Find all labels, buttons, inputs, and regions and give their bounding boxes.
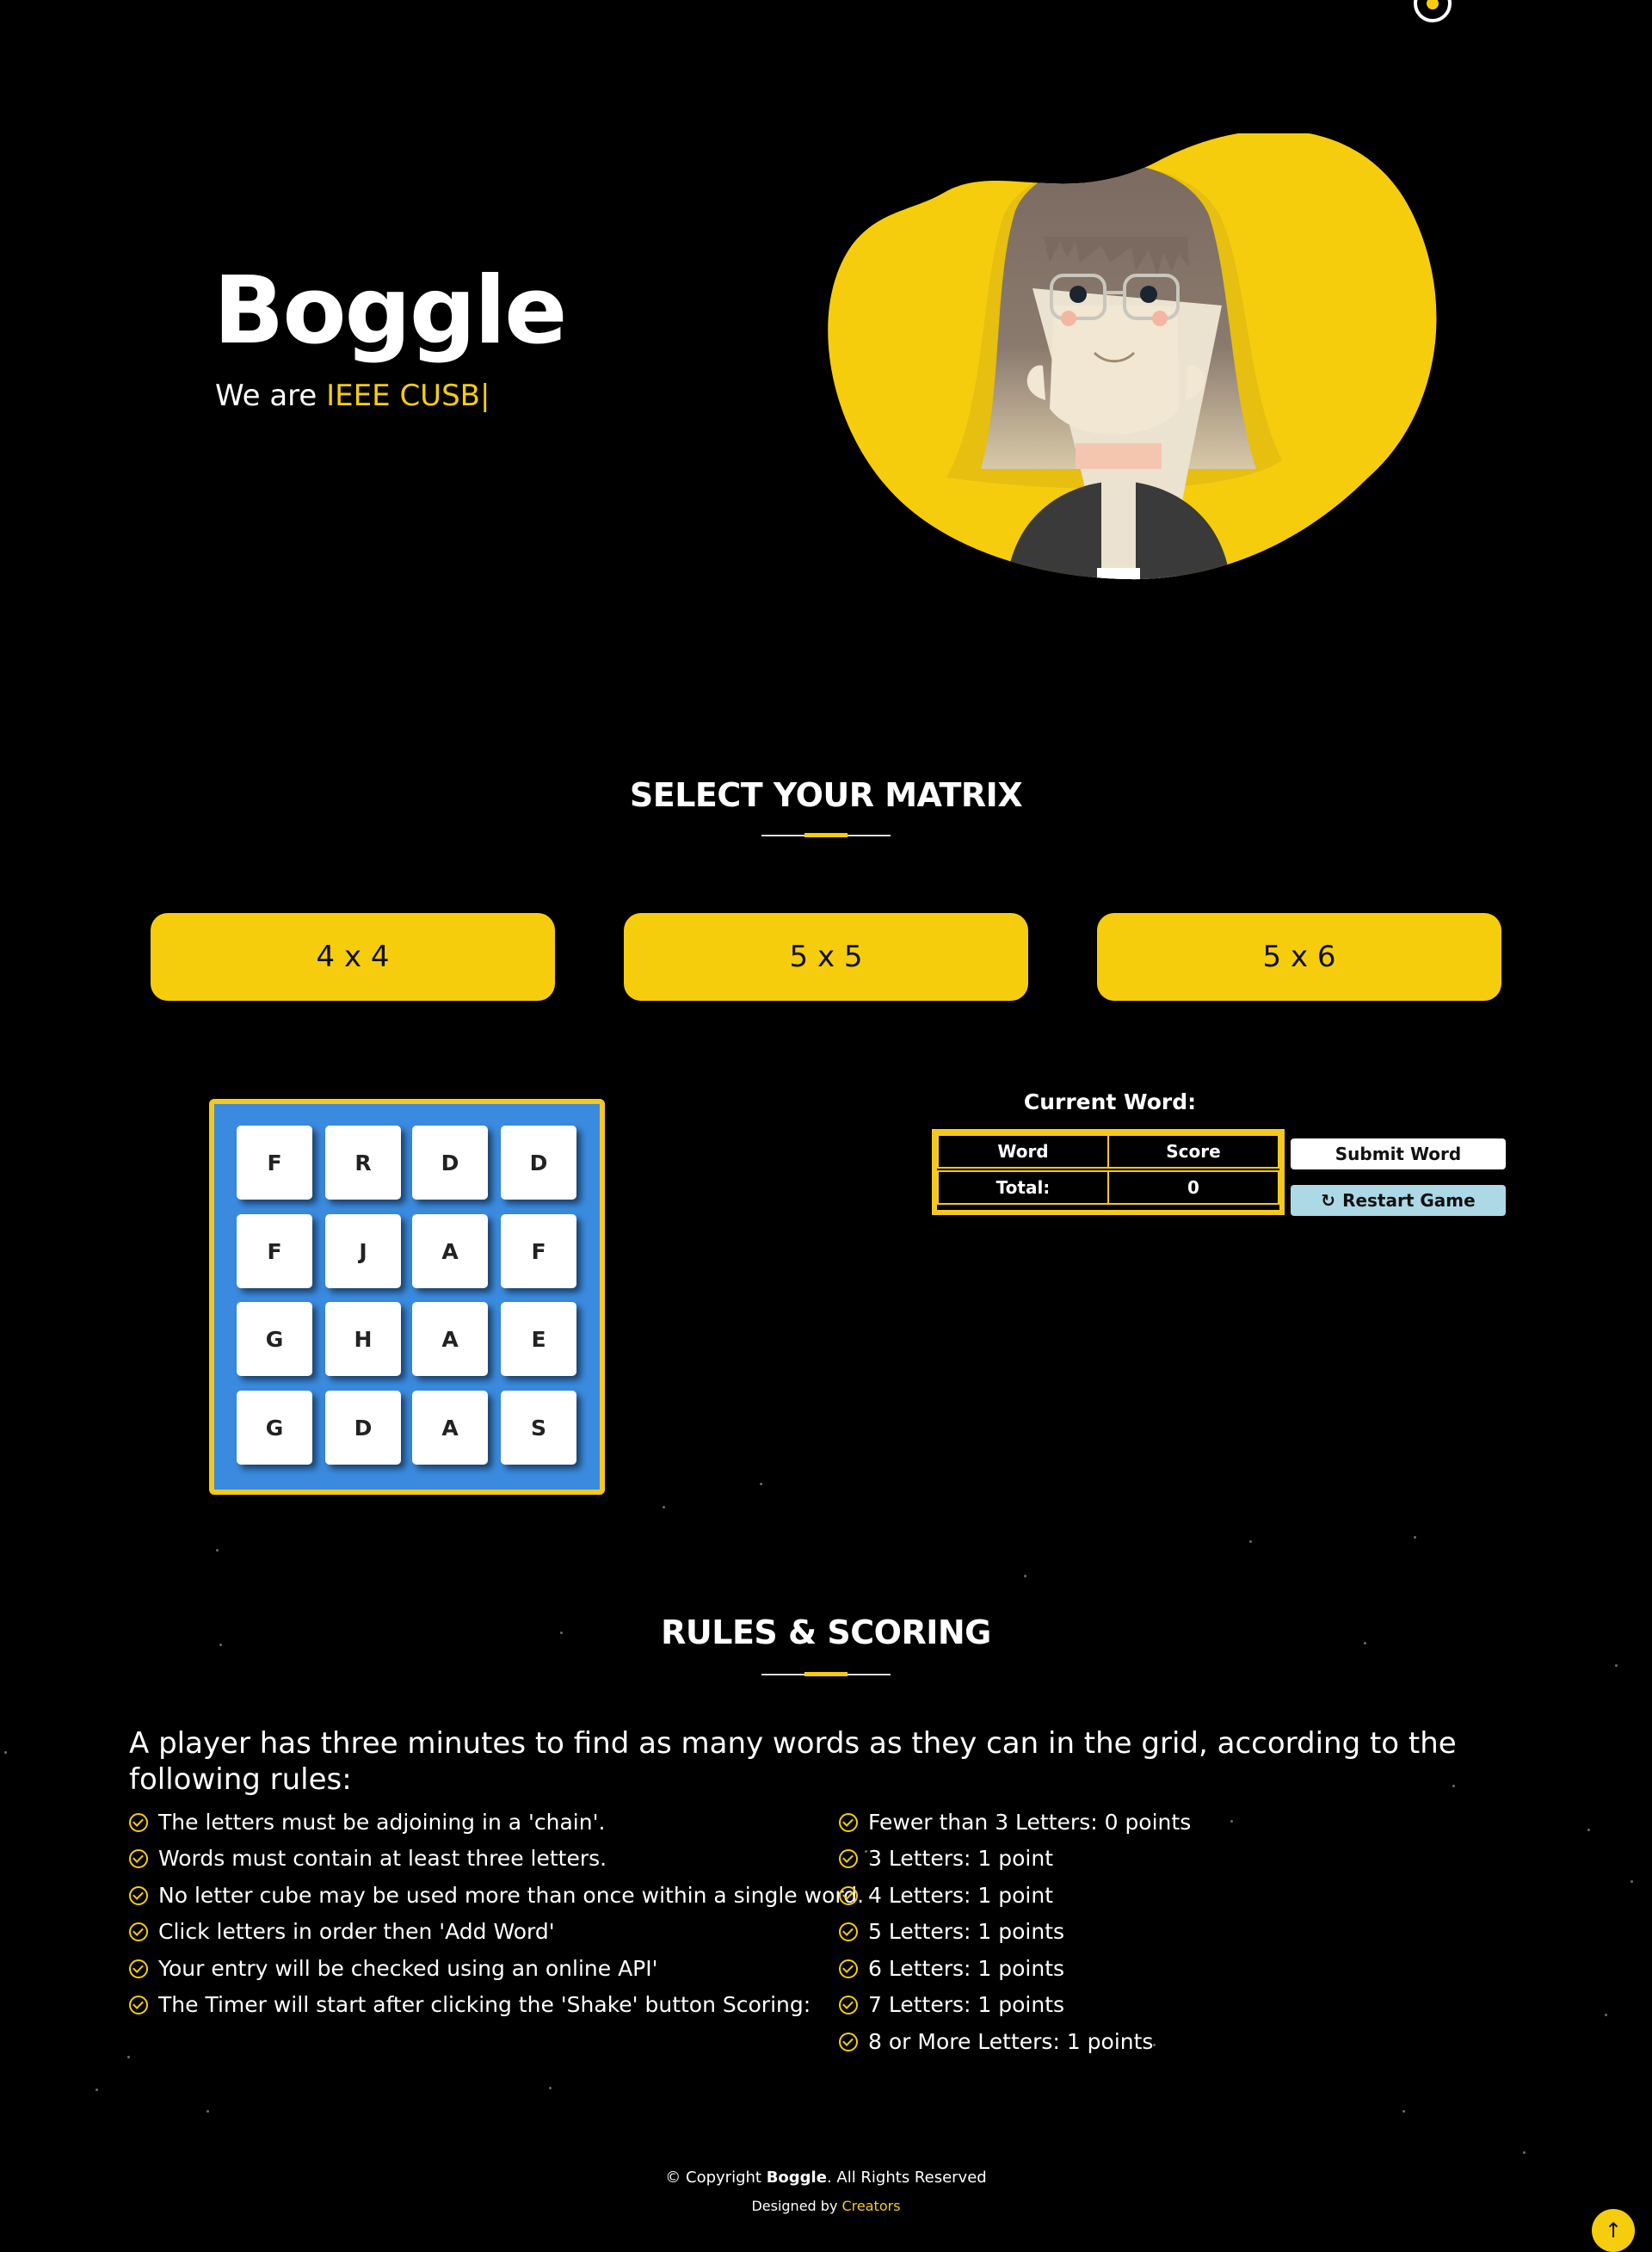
rule-list-item: Words must contain at least three letter…: [129, 1846, 607, 1871]
scoring-text: Fewer than 3 Letters: 0 points: [868, 1810, 1192, 1835]
scoring-list-item: 3 Letters: 1 point: [839, 1846, 1053, 1871]
table-total-label: Total:: [937, 1170, 1109, 1205]
table-total-value: 0: [1107, 1170, 1279, 1205]
matrix-title-underline: [761, 833, 891, 837]
letter-tile[interactable]: G: [237, 1302, 312, 1376]
rule-text: The letters must be adjoining in a 'chai…: [158, 1810, 606, 1835]
scoring-text: 5 Letters: 1 points: [868, 1919, 1065, 1944]
matrix-5x5-button[interactable]: 5 x 5: [624, 913, 1028, 1001]
rule-list-item: The Timer will start after clicking the …: [129, 1992, 811, 2017]
rule-text: Words must contain at least three letter…: [158, 1846, 607, 1871]
letter-tile[interactable]: D: [325, 1391, 401, 1465]
scoring-text: 8 or More Letters: 1 points: [868, 2029, 1154, 2054]
submit-word-button[interactable]: Submit Word: [1291, 1138, 1506, 1169]
check-circle-icon: [839, 2032, 858, 2051]
letter-tile[interactable]: J: [325, 1214, 401, 1288]
letter-tile[interactable]: H: [325, 1302, 401, 1376]
letter-tile[interactable]: F: [237, 1214, 312, 1288]
letter-tile[interactable]: E: [501, 1302, 576, 1376]
scoring-list-item: Fewer than 3 Letters: 0 points: [839, 1810, 1191, 1835]
check-circle-icon: [129, 1922, 148, 1941]
score-table: Word Score Total: 0: [932, 1129, 1285, 1215]
refresh-icon: ↻: [1321, 1190, 1336, 1211]
letter-tile[interactable]: D: [412, 1126, 488, 1200]
rule-list-item: No letter cube may be used more than onc…: [129, 1883, 864, 1908]
rule-text: Your entry will be checked using an onli…: [158, 1956, 658, 1981]
check-circle-icon: [839, 1995, 858, 2014]
scoring-text: 3 Letters: 1 point: [868, 1846, 1053, 1871]
check-circle-icon: [839, 1885, 858, 1905]
scoring-list-item: 8 or More Letters: 1 points: [839, 2029, 1153, 2054]
matrix-4x4-button[interactable]: 4 x 4: [151, 913, 555, 1001]
copyright-suffix: . All Rights Reserved: [826, 2169, 987, 2187]
letter-tile[interactable]: F: [501, 1214, 576, 1288]
scoring-text: 7 Letters: 1 points: [868, 1992, 1065, 2017]
check-circle-icon: [839, 1848, 858, 1868]
check-circle-icon: [839, 1959, 858, 1978]
rule-list-item: Click letters in order then 'Add Word': [129, 1919, 555, 1944]
scoring-list-item: 6 Letters: 1 points: [839, 1956, 1064, 1981]
check-circle-icon: [129, 1848, 148, 1868]
current-word-label: Current Word:: [1023, 1089, 1197, 1114]
letter-tile[interactable]: A: [412, 1214, 488, 1288]
hero-subtitle-prefix: We are: [215, 379, 327, 413]
rule-list-item: Your entry will be checked using an onli…: [129, 1956, 658, 1981]
check-circle-icon: [839, 1812, 858, 1832]
letter-tile[interactable]: G: [237, 1391, 312, 1465]
letter-tile[interactable]: A: [412, 1391, 488, 1465]
rules-section-title: RULES & SCORING: [661, 1613, 991, 1651]
letter-tile[interactable]: D: [501, 1126, 576, 1200]
rule-list-item: The letters must be adjoining in a 'chai…: [129, 1810, 605, 1835]
hero-title: Boggle: [213, 257, 567, 365]
rules-title-underline: [761, 1672, 891, 1676]
rule-text: The Timer will start after clicking the …: [158, 1992, 811, 2017]
letter-tile[interactable]: A: [412, 1302, 488, 1376]
table-header-word: Word: [937, 1134, 1109, 1169]
letter-tile[interactable]: F: [237, 1126, 312, 1200]
arrow-up-icon: ↑: [1604, 2218, 1623, 2243]
matrix-5x6-button[interactable]: 5 x 6: [1097, 913, 1501, 1001]
check-circle-icon: [129, 1812, 148, 1832]
restart-game-label: Restart Game: [1342, 1190, 1476, 1211]
menu-ring-icon[interactable]: [1414, 0, 1452, 22]
footer-credit: Designed by Creators: [0, 2198, 1652, 2214]
footer-copyright: © Copyright Boggle. All Rights Reserved: [0, 2169, 1652, 2187]
scoring-text: 6 Letters: 1 points: [868, 1956, 1065, 1981]
check-circle-icon: [129, 1959, 148, 1978]
matrix-section-title: SELECT YOUR MATRIX: [629, 776, 1023, 814]
copyright-brand: Boggle: [766, 2169, 827, 2187]
letter-tile[interactable]: R: [325, 1126, 401, 1200]
rule-text: Click letters in order then 'Add Word': [158, 1919, 555, 1944]
check-circle-icon: [129, 1995, 148, 2014]
designed-by-prefix: Designed by: [751, 2198, 842, 2214]
hero-subtitle: We are IEEE CUSB|: [215, 379, 490, 413]
rule-text: No letter cube may be used more than onc…: [158, 1883, 865, 1908]
submit-word-label: Submit Word: [1335, 1144, 1462, 1164]
hero-avatar-illustration: [828, 133, 1437, 580]
boggle-board: F R D D F J A F G H A E G D A S: [209, 1099, 605, 1495]
scoring-list-item: 4 Letters: 1 point: [839, 1883, 1053, 1908]
check-circle-icon: [129, 1885, 148, 1905]
check-circle-icon: [839, 1922, 858, 1941]
letter-tile[interactable]: S: [501, 1391, 576, 1465]
scoring-list-item: 7 Letters: 1 points: [839, 1992, 1064, 2017]
copyright-prefix: © Copyright: [665, 2169, 767, 2187]
rules-intro: A player has three minutes to find as ma…: [129, 1726, 1457, 1797]
restart-game-button[interactable]: ↻ Restart Game: [1291, 1185, 1506, 1216]
scoring-list-item: 5 Letters: 1 points: [839, 1919, 1064, 1944]
creators-link[interactable]: Creators: [842, 2198, 901, 2214]
back-to-top-button[interactable]: ↑: [1592, 2209, 1635, 2252]
scoring-text: 4 Letters: 1 point: [868, 1883, 1053, 1908]
table-header-score: Score: [1107, 1134, 1279, 1169]
hero-subtitle-highlight: IEEE CUSB: [326, 379, 480, 413]
typing-cursor: |: [479, 379, 490, 413]
